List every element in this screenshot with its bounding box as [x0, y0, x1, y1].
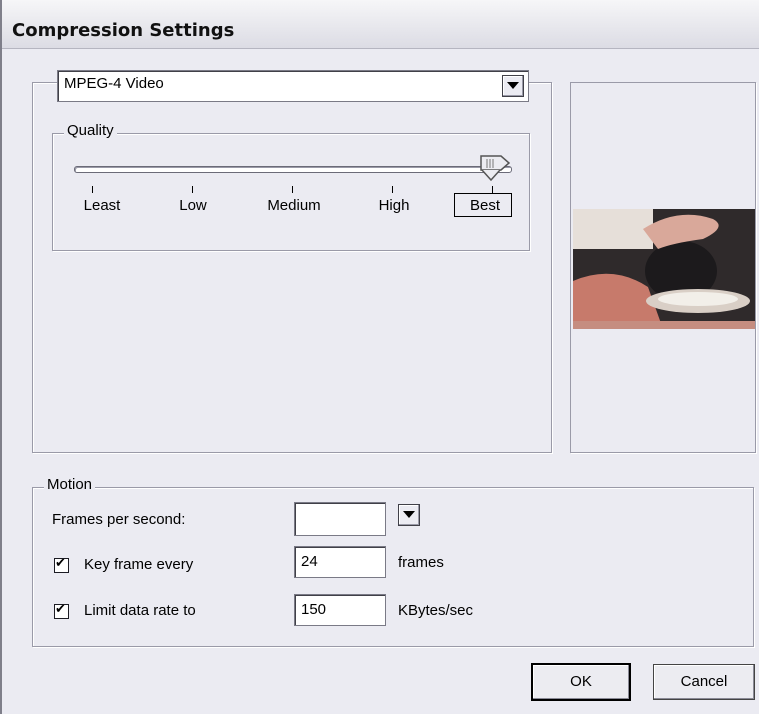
quality-level-least[interactable]: Least — [67, 197, 137, 214]
chevron-down-icon[interactable] — [502, 75, 524, 97]
dialog-title: Compression Settings — [12, 20, 235, 41]
quality-group — [52, 133, 530, 251]
quality-level-medium[interactable]: Medium — [259, 197, 329, 214]
quality-slider-track[interactable] — [74, 166, 512, 173]
tick-high — [392, 186, 393, 193]
compressor-selected: MPEG-4 Video — [64, 75, 164, 92]
motion-label: Motion — [44, 476, 96, 493]
quality-slider-thumb[interactable] — [479, 154, 513, 186]
quality-level-high[interactable]: High — [359, 197, 429, 214]
preview-panel — [570, 82, 756, 453]
fps-label: Frames per second: — [52, 511, 186, 528]
quality-level-best[interactable]: Best — [450, 197, 520, 214]
tick-low — [192, 186, 193, 193]
keyframe-label: Key frame every — [84, 556, 194, 573]
keyframe-checkbox[interactable] — [54, 556, 69, 573]
quality-label: Quality — [64, 122, 117, 139]
keyframe-unit: frames — [398, 554, 444, 571]
title-bar: Compression Settings — [2, 0, 759, 49]
cancel-button[interactable]: Cancel — [653, 664, 755, 700]
fps-dropdown-button[interactable] — [398, 504, 420, 526]
datarate-checkbox[interactable] — [54, 602, 69, 619]
fps-input[interactable] — [294, 502, 386, 536]
datarate-unit: KBytes/sec — [398, 602, 474, 619]
tick-least — [92, 186, 93, 193]
compressor-dropdown[interactable]: MPEG-4 Video — [57, 70, 529, 102]
tick-medium — [292, 186, 293, 193]
tick-best — [492, 186, 493, 193]
datarate-input[interactable]: 150 — [294, 594, 386, 626]
keyframe-input[interactable]: 24 — [294, 546, 386, 578]
preview-image — [573, 209, 755, 329]
quality-level-low[interactable]: Low — [158, 197, 228, 214]
compression-settings-dialog: Compression Settings MPEG-4 Video Qualit… — [0, 0, 759, 714]
ok-button[interactable]: OK — [531, 663, 631, 701]
datarate-label: Limit data rate to — [84, 602, 196, 619]
